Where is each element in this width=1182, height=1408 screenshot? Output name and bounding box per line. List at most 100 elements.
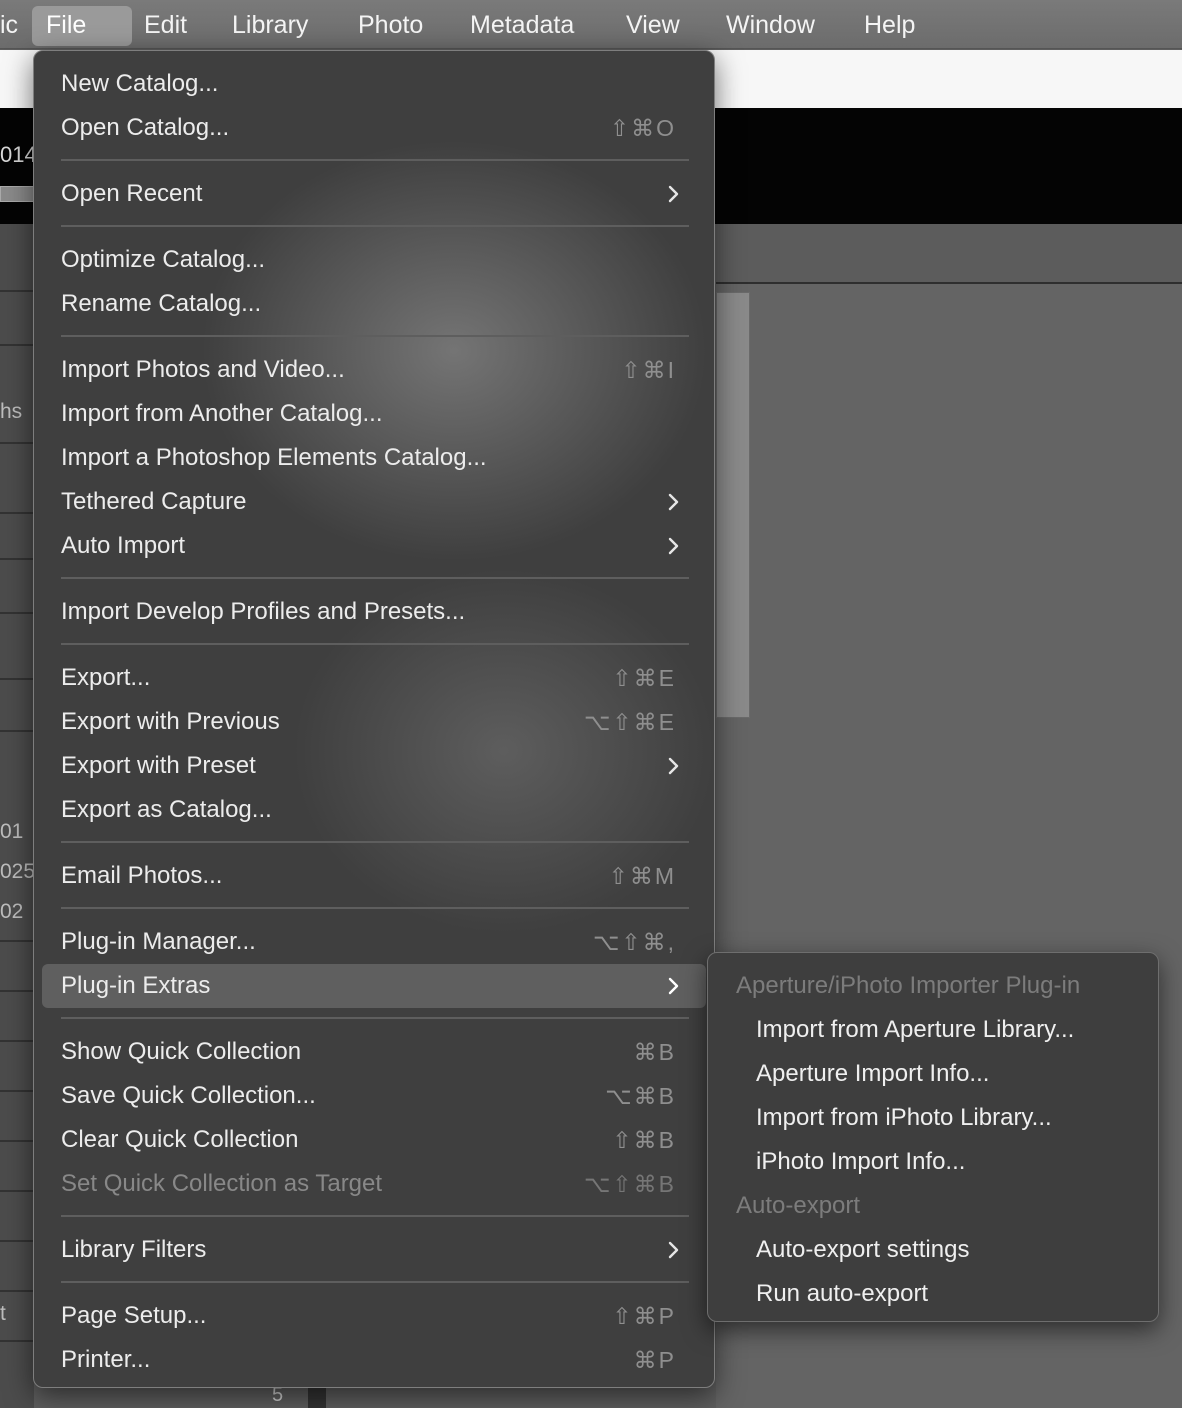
menu-item-import-photos-video[interactable]: Import Photos and Video... ⇧⌘I (42, 348, 706, 392)
panel-text-fragment: 02 (0, 900, 24, 923)
shortcut-label: ⇧⌘O (609, 115, 676, 141)
menu-item-open-catalog[interactable]: Open Catalog... ⇧⌘O (42, 106, 706, 150)
progress-fragment (0, 186, 34, 202)
menu-item-export-with-preset[interactable]: Export with Preset (42, 744, 706, 788)
menu-item-label: Open Catalog... (61, 114, 230, 141)
panel-divider (0, 990, 34, 992)
submenu-item-import-aperture-library[interactable]: Import from Aperture Library... (756, 1008, 1074, 1052)
menu-item-export-with-previous[interactable]: Export with Previous ⌥⇧⌘E (42, 700, 706, 744)
panel-divider (0, 612, 34, 614)
menu-item-label: New Catalog... (61, 70, 219, 97)
submenu-item-import-iphoto-library[interactable]: Import from iPhoto Library... (756, 1096, 1052, 1140)
menu-metadata[interactable]: Metadata (456, 6, 588, 46)
panel-divider (0, 512, 34, 514)
submenu-item-aperture-import-info[interactable]: Aperture Import Info... (756, 1052, 989, 1096)
submenu-section-header: Aperture/iPhoto Importer Plug-in (736, 972, 1081, 999)
submenu-section-header: Auto-export (736, 1192, 861, 1219)
menu-item-label: Optimize Catalog... (61, 246, 266, 273)
panel-text-fragment: 01 (0, 820, 24, 843)
submenu-item-run-auto-export[interactable]: Run auto-export (756, 1272, 928, 1316)
menu-item-import-another-catalog[interactable]: Import from Another Catalog... (42, 392, 706, 436)
menu-item-label: Export with Preset (61, 752, 256, 779)
menu-item-printer[interactable]: Printer... ⌘P (42, 1338, 706, 1382)
panel-divider (0, 344, 34, 346)
panel-divider (0, 290, 34, 292)
menu-item-label: Tethered Capture (61, 488, 247, 515)
shortcut-label: ⇧⌘M (608, 863, 676, 889)
chevron-right-icon (664, 744, 684, 788)
chevron-right-icon (664, 524, 684, 568)
menu-item-email-photos[interactable]: Email Photos... ⇧⌘M (42, 854, 706, 898)
menu-window[interactable]: Window (712, 6, 829, 46)
panel-divider (0, 1240, 34, 1242)
panel-divider (0, 1090, 34, 1092)
menu-separator (61, 1017, 689, 1019)
panel-divider (0, 1040, 34, 1042)
menu-bar: ic File Edit Library Photo Metadata View… (0, 0, 1182, 49)
panel-divider (0, 442, 34, 444)
menu-item-rename-catalog[interactable]: Rename Catalog... (42, 282, 706, 326)
menu-item-export-as-catalog[interactable]: Export as Catalog... (42, 788, 706, 832)
bottom-fragment (308, 1388, 326, 1408)
menu-item-clear-quick-collection[interactable]: Clear Quick Collection ⇧⌘B (42, 1118, 706, 1162)
menu-separator (61, 841, 689, 843)
app-menu[interactable]: ic (0, 6, 32, 46)
menu-item-library-filters[interactable]: Library Filters (42, 1228, 706, 1272)
menu-item-optimize-catalog[interactable]: Optimize Catalog... (42, 238, 706, 282)
submenu-item-auto-export-settings[interactable]: Auto-export settings (756, 1228, 969, 1272)
shortcut-label: ⌥⌘B (605, 1083, 676, 1109)
submenu-item-iphoto-import-info[interactable]: iPhoto Import Info... (756, 1140, 965, 1184)
shortcut-label: ⇧⌘I (621, 357, 676, 383)
menu-separator (61, 577, 689, 579)
menu-item-export[interactable]: Export... ⇧⌘E (42, 656, 706, 700)
menu-item-import-develop-profiles[interactable]: Import Develop Profiles and Presets... (42, 590, 706, 634)
menu-item-label: Show Quick Collection (61, 1038, 302, 1065)
menu-item-label: Export as Catalog... (61, 796, 272, 823)
menu-item-label: Auto Import (61, 532, 186, 559)
scrollbar-thumb[interactable] (716, 292, 750, 718)
menu-separator (61, 335, 689, 337)
chevron-right-icon (664, 964, 684, 1008)
shortcut-label: ⇧⌘E (612, 665, 676, 691)
menu-file[interactable]: File (32, 6, 132, 46)
menu-item-show-quick-collection[interactable]: Show Quick Collection ⌘B (42, 1030, 706, 1074)
shortcut-label: ⇧⌘B (612, 1127, 676, 1153)
chevron-right-icon (664, 480, 684, 524)
file-menu: New Catalog... Open Catalog... ⇧⌘O Open R… (33, 50, 715, 1388)
shortcut-label: ⌥⇧⌘B (583, 1171, 676, 1197)
panel-text-fragment: hs (0, 400, 23, 423)
menu-item-open-recent[interactable]: Open Recent (42, 172, 706, 216)
panel-divider (0, 678, 34, 680)
menu-separator (61, 1215, 689, 1217)
shortcut-label: ⌘P (633, 1347, 676, 1373)
menu-item-new-catalog[interactable]: New Catalog... (42, 62, 706, 106)
panel-divider (0, 1190, 34, 1192)
menu-view[interactable]: View (612, 6, 694, 46)
menu-item-label: Email Photos... (61, 862, 223, 889)
menu-item-save-quick-collection[interactable]: Save Quick Collection... ⌥⌘B (42, 1074, 706, 1118)
shortcut-label: ⌥⇧⌘, (592, 929, 676, 955)
chevron-right-icon (664, 172, 684, 216)
menu-item-import-photoshop-elements[interactable]: Import a Photoshop Elements Catalog... (42, 436, 706, 480)
menu-edit[interactable]: Edit (130, 6, 201, 46)
menu-item-label: Plug-in Manager... (61, 928, 256, 955)
menu-item-label: Open Recent (61, 180, 203, 207)
menu-item-plugin-manager[interactable]: Plug-in Manager... ⌥⇧⌘, (42, 920, 706, 964)
menu-separator (61, 1281, 689, 1283)
panel-divider (0, 730, 34, 732)
menu-item-page-setup[interactable]: Page Setup... ⇧⌘P (42, 1294, 706, 1338)
menu-item-tethered-capture[interactable]: Tethered Capture (42, 480, 706, 524)
menu-item-label: Rename Catalog... (61, 290, 262, 317)
panel-divider (0, 558, 34, 560)
menu-item-plugin-extras[interactable]: Plug-in Extras (42, 964, 706, 1008)
menu-item-set-quick-collection-target: Set Quick Collection as Target ⌥⇧⌘B (42, 1162, 706, 1206)
menu-separator (61, 159, 689, 161)
content-header-band (716, 224, 1182, 284)
menu-item-label: Import Develop Profiles and Presets... (61, 598, 466, 625)
panel-divider (0, 1290, 34, 1292)
menu-item-label: Set Quick Collection as Target (61, 1170, 383, 1197)
menu-photo[interactable]: Photo (344, 6, 437, 46)
menu-help[interactable]: Help (850, 6, 929, 46)
menu-library[interactable]: Library (218, 6, 322, 46)
menu-item-auto-import[interactable]: Auto Import (42, 524, 706, 568)
